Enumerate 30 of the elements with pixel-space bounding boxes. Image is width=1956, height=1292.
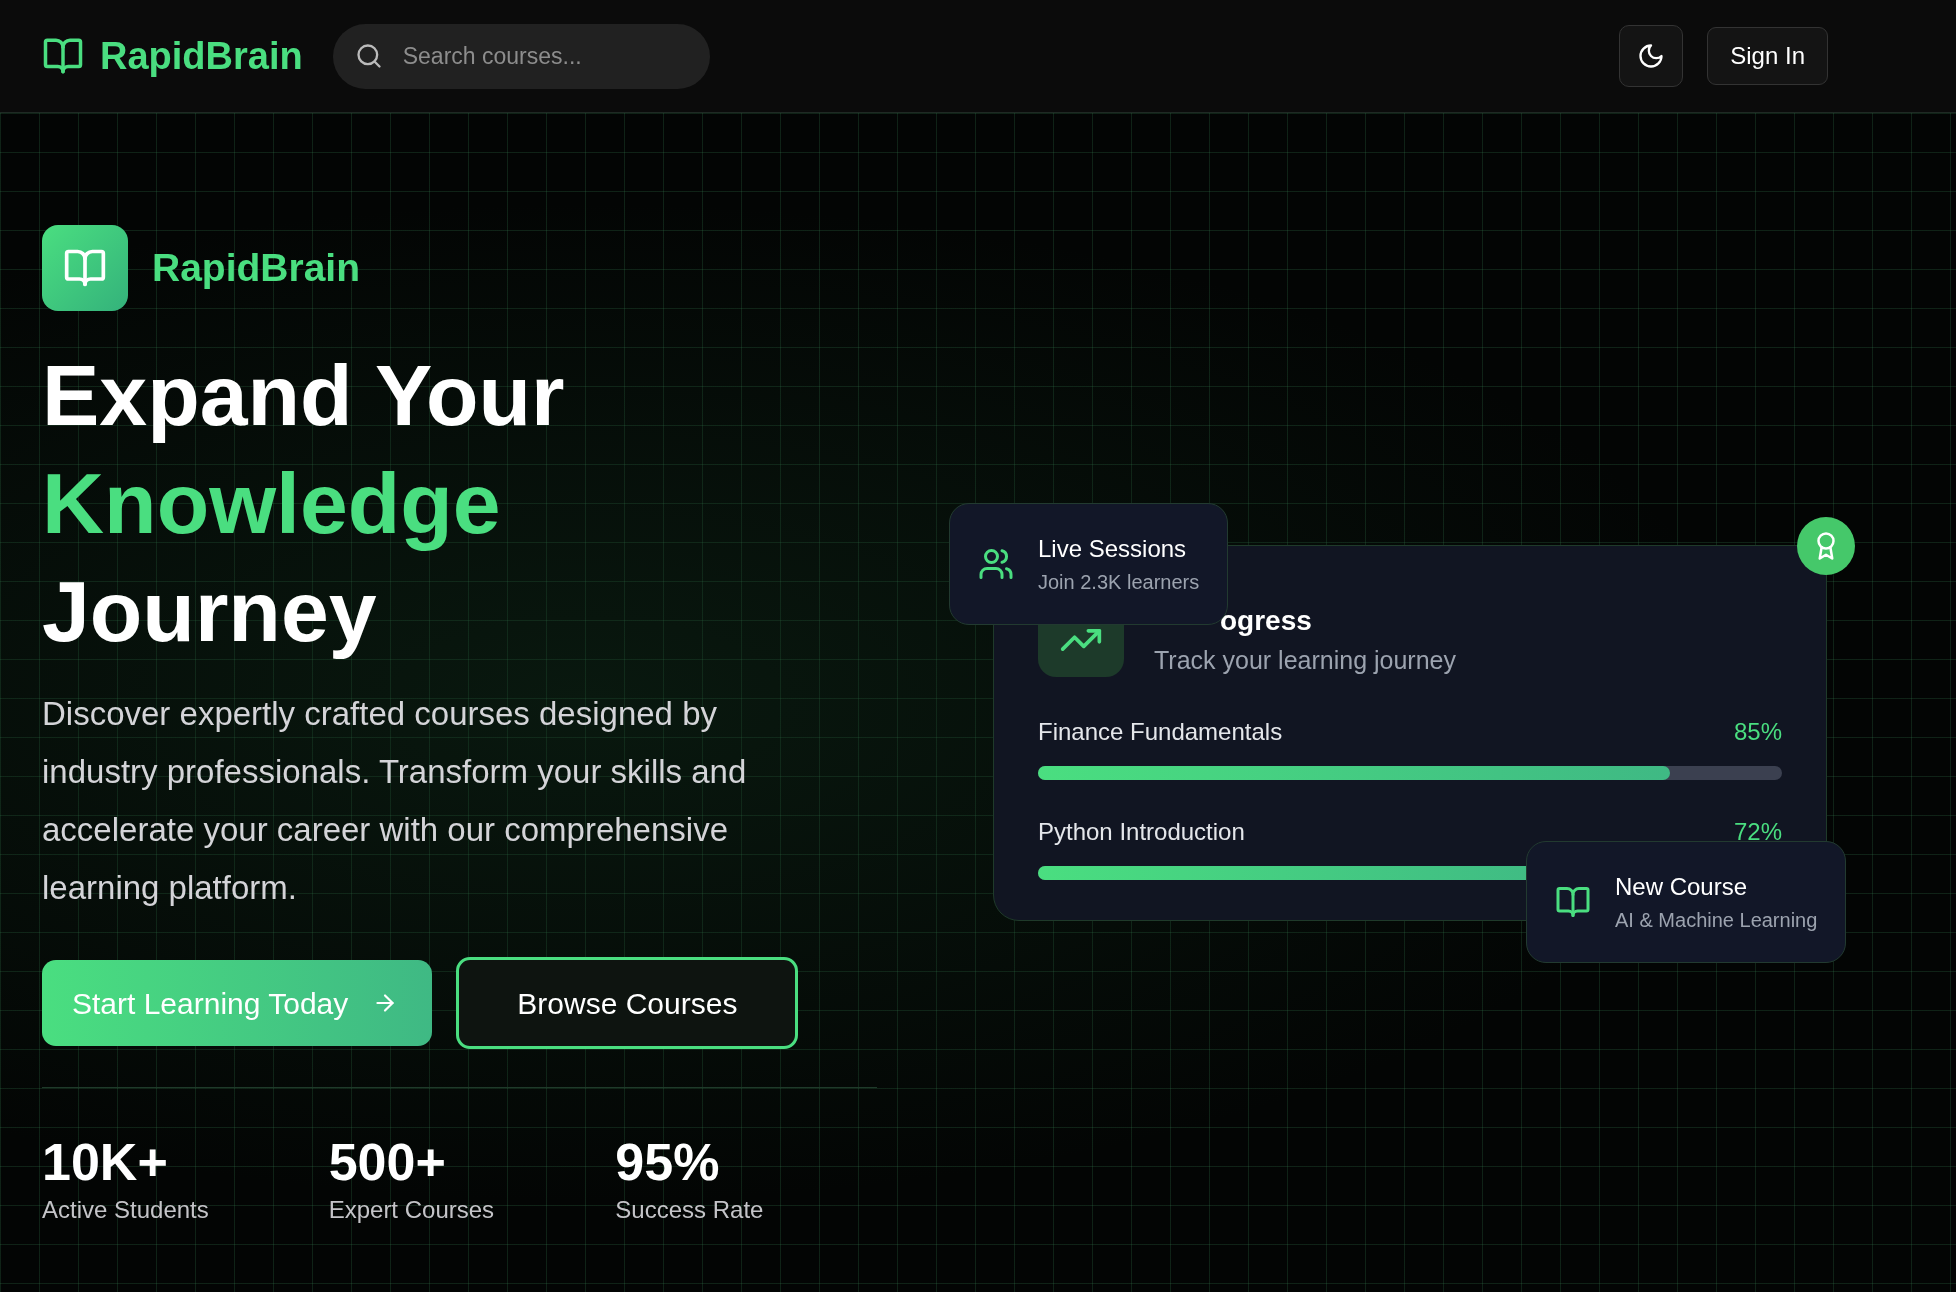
stat-label: Active Students: [42, 1195, 210, 1225]
course-name: Finance Fundamentals: [1038, 716, 1283, 747]
card-title: ogress: [1220, 604, 1313, 638]
headline-line: Expand Your: [42, 346, 566, 445]
stat-label: Success Rate: [615, 1195, 765, 1225]
moon-icon: [1637, 42, 1666, 70]
people-icon: [978, 546, 1014, 582]
progress-percent: 85%: [1733, 716, 1782, 747]
brand-name: RapidBrain: [100, 33, 303, 79]
stat-label: Expert Courses: [328, 1195, 496, 1225]
book-icon: [1555, 884, 1591, 920]
search-field[interactable]: Search courses...: [332, 23, 710, 89]
headline-line: Journey: [42, 562, 378, 661]
search-icon: [354, 41, 383, 70]
headline-line: Knowledge: [42, 454, 502, 553]
stat-value: 95%: [615, 1132, 721, 1192]
stat-value: 10K+: [42, 1132, 169, 1192]
brand-name: RapidBrain: [152, 244, 361, 291]
progress-percent: 72%: [1733, 816, 1782, 847]
sign-in-button[interactable]: Sign In: [1707, 27, 1828, 85]
card-subtitle: Track your learning journey: [1154, 645, 1456, 676]
popup-title: New Course: [1615, 872, 1749, 902]
popup-title: Live Sessions: [1038, 534, 1188, 564]
browse-courses-button[interactable]: Browse Courses: [456, 957, 799, 1049]
course-name: Python Introduction: [1038, 816, 1245, 847]
popup-subtitle: Join 2.3K learners: [1038, 570, 1200, 595]
stat-value: 500+: [328, 1132, 447, 1192]
theme-toggle-button[interactable]: [1619, 25, 1684, 87]
popup-subtitle: AI & Machine Learning: [1615, 908, 1818, 933]
description-text: Discover expertly crafted courses designed by industry professionals. Transform your skills and accelerate your career with our comprehensive learning platform.: [42, 694, 748, 908]
